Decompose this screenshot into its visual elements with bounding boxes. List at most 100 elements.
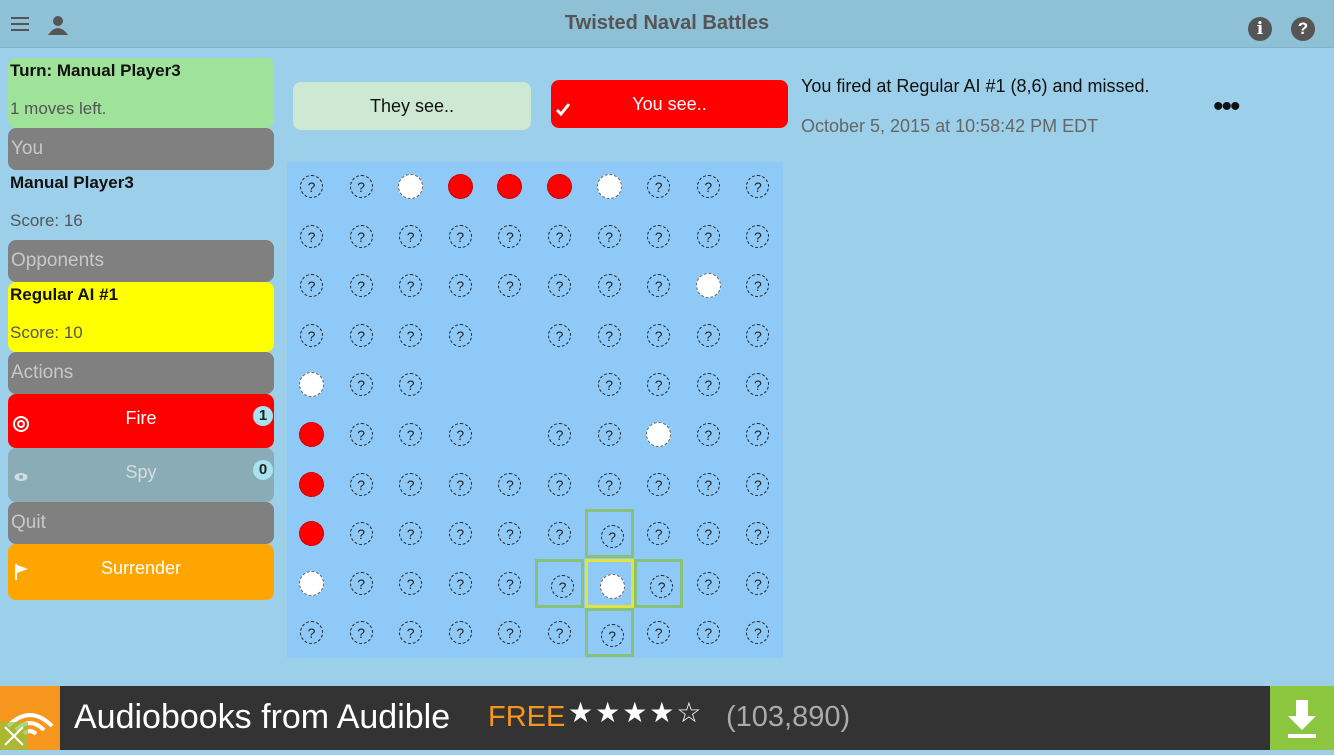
board-cell[interactable]: ? — [337, 261, 386, 310]
board-cell[interactable] — [585, 162, 634, 211]
board-cell[interactable]: ? — [337, 559, 386, 608]
board-cell[interactable]: ? — [684, 460, 733, 509]
board-cell[interactable]: ? — [684, 360, 733, 409]
board-cell[interactable]: ? — [585, 311, 634, 360]
board-cell[interactable]: ? — [337, 608, 386, 657]
board-cell[interactable]: ? — [634, 360, 683, 409]
board-cell[interactable]: ? — [585, 360, 634, 409]
board-cell[interactable]: ? — [733, 162, 782, 211]
board-cell[interactable]: ? — [733, 410, 782, 459]
surrender-button[interactable]: Surrender — [8, 544, 274, 600]
board-cell[interactable]: ? — [485, 460, 534, 509]
board-cell[interactable]: ? — [585, 410, 634, 459]
board-cell[interactable]: ? — [634, 261, 683, 310]
board-cell[interactable]: ? — [337, 410, 386, 459]
board-cell[interactable]: ? — [634, 311, 683, 360]
board-cell[interactable]: ? — [684, 509, 733, 558]
board-cell[interactable] — [485, 162, 534, 211]
board-cell[interactable]: ? — [436, 509, 485, 558]
board-cell[interactable]: ? — [386, 509, 435, 558]
board-cell[interactable]: ? — [535, 509, 584, 558]
board-cell[interactable]: ? — [584, 608, 634, 658]
board-cell[interactable]: ? — [584, 509, 634, 559]
board-cell[interactable]: ? — [634, 162, 683, 211]
board-cell[interactable]: ? — [337, 212, 386, 261]
board-cell[interactable]: ? — [287, 608, 336, 657]
board-cell[interactable] — [287, 460, 336, 509]
board-cell[interactable]: ? — [436, 311, 485, 360]
board-cell[interactable]: ? — [634, 460, 683, 509]
board-cell[interactable]: ? — [733, 608, 782, 657]
board-cell[interactable]: ? — [684, 212, 733, 261]
board-cell[interactable]: ? — [436, 410, 485, 459]
board-cell[interactable]: ? — [684, 559, 733, 608]
board-cell[interactable] — [287, 559, 336, 608]
board-cell[interactable] — [684, 261, 733, 310]
board-cell[interactable]: ? — [436, 608, 485, 657]
ad-banner[interactable]: Audiobooks from Audible FREE ★★★★☆ (103,… — [0, 686, 1334, 750]
board-cell[interactable]: ? — [733, 261, 782, 310]
board-cell[interactable]: ? — [684, 311, 733, 360]
close-ad-icon[interactable] — [0, 722, 28, 750]
board-cell[interactable]: ? — [535, 261, 584, 310]
board-cell[interactable] — [436, 360, 485, 409]
board-cell[interactable]: ? — [386, 559, 435, 608]
board-cell[interactable]: ? — [436, 261, 485, 310]
board-cell[interactable]: ? — [485, 559, 534, 608]
board-cell[interactable]: ? — [634, 509, 683, 558]
board-cell[interactable] — [584, 558, 634, 608]
board-cell[interactable]: ? — [386, 212, 435, 261]
board-cell[interactable]: ? — [287, 212, 336, 261]
board-cell[interactable]: ? — [684, 162, 733, 211]
board-cell[interactable]: ? — [585, 261, 634, 310]
board-cell[interactable] — [386, 162, 435, 211]
board-cell[interactable]: ? — [386, 410, 435, 459]
info-icon[interactable]: i — [1248, 17, 1272, 41]
more-options-button[interactable]: ••• — [1213, 90, 1240, 124]
board-cell[interactable]: ? — [386, 360, 435, 409]
they-see-tab[interactable]: They see.. — [293, 82, 531, 130]
board-cell[interactable]: ? — [287, 311, 336, 360]
board-cell[interactable]: ? — [386, 608, 435, 657]
board-cell[interactable] — [634, 410, 683, 459]
board-cell[interactable]: ? — [436, 212, 485, 261]
board-cell[interactable]: ? — [585, 212, 634, 261]
board-cell[interactable]: ? — [386, 261, 435, 310]
board-cell[interactable]: ? — [535, 558, 584, 608]
board-cell[interactable]: ? — [337, 460, 386, 509]
board-cell[interactable] — [287, 360, 336, 409]
board-cell[interactable] — [485, 410, 534, 459]
board-cell[interactable]: ? — [535, 460, 584, 509]
opponent-card[interactable]: Regular AI #1 Score: 10 — [8, 282, 274, 352]
board-cell[interactable] — [287, 509, 336, 558]
board-cell[interactable]: ? — [585, 460, 634, 509]
board-cell[interactable] — [436, 162, 485, 211]
board-cell[interactable]: ? — [535, 608, 584, 657]
help-icon[interactable]: ? — [1291, 17, 1315, 41]
board-cell[interactable]: ? — [337, 360, 386, 409]
board-cell[interactable]: ? — [634, 558, 684, 608]
board-cell[interactable]: ? — [634, 212, 683, 261]
board-cell[interactable] — [535, 360, 584, 409]
board-cell[interactable]: ? — [733, 212, 782, 261]
board-cell[interactable]: ? — [634, 608, 683, 657]
fire-button[interactable]: Fire 1 — [8, 394, 274, 448]
board-cell[interactable]: ? — [436, 460, 485, 509]
board-cell[interactable]: ? — [337, 311, 386, 360]
board-cell[interactable]: ? — [733, 559, 782, 608]
board-cell[interactable]: ? — [436, 559, 485, 608]
board-cell[interactable]: ? — [287, 162, 336, 211]
board-cell[interactable]: ? — [386, 460, 435, 509]
board-cell[interactable] — [535, 162, 584, 211]
board-cell[interactable]: ? — [386, 311, 435, 360]
board-cell[interactable]: ? — [733, 311, 782, 360]
board-cell[interactable]: ? — [535, 212, 584, 261]
board-cell[interactable]: ? — [733, 460, 782, 509]
board-cell[interactable]: ? — [287, 261, 336, 310]
board-cell[interactable]: ? — [535, 311, 584, 360]
board-cell[interactable] — [485, 311, 534, 360]
board-cell[interactable]: ? — [337, 162, 386, 211]
board-cell[interactable] — [485, 360, 534, 409]
board-cell[interactable]: ? — [733, 509, 782, 558]
board-cell[interactable]: ? — [337, 509, 386, 558]
